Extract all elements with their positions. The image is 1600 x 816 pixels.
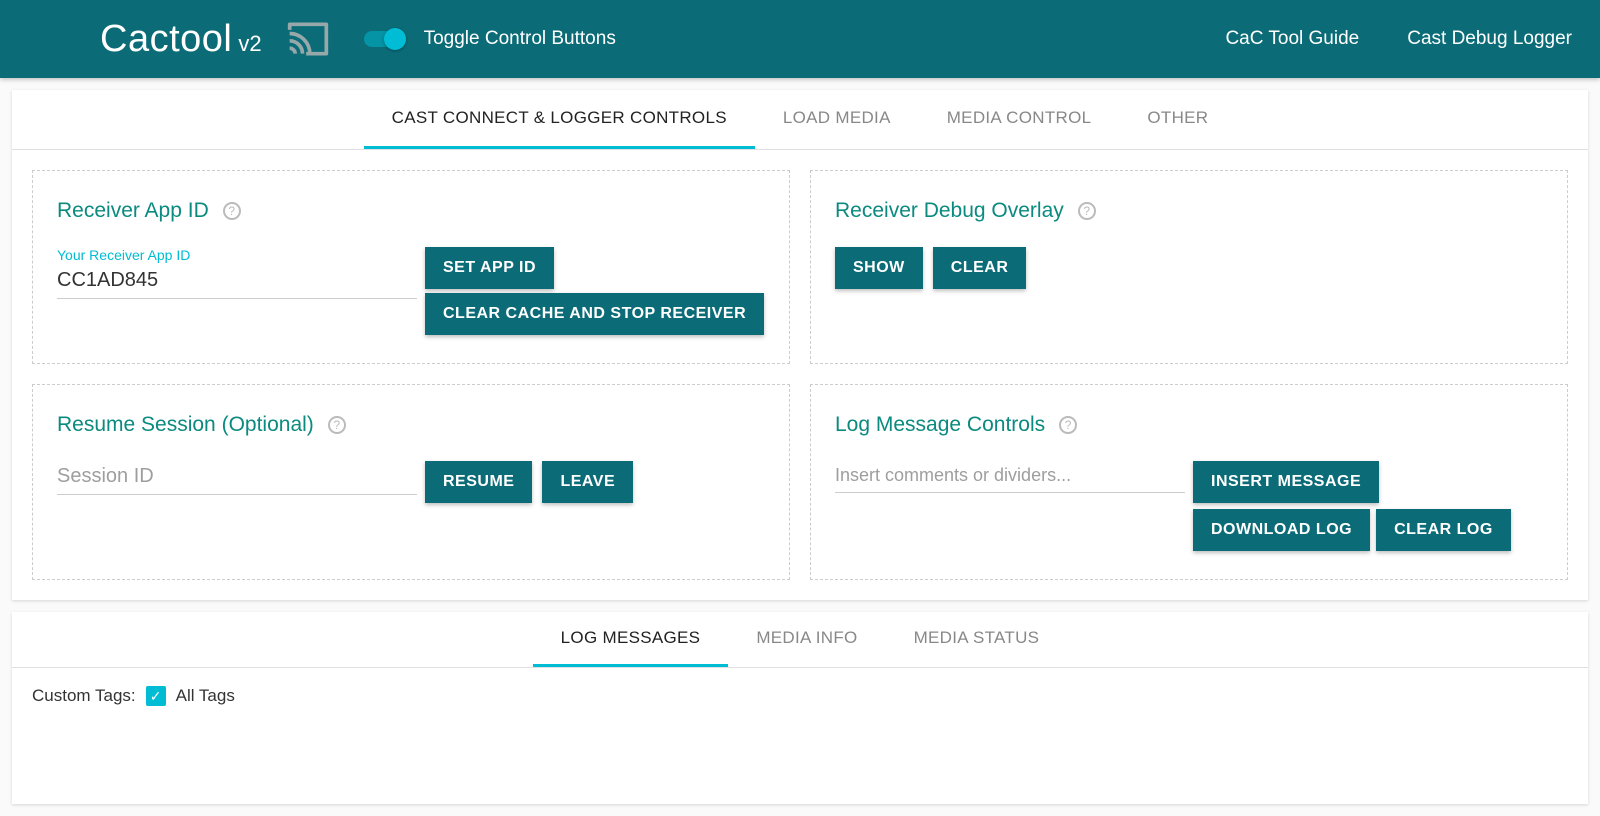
- logo-text-main: Cactool: [100, 18, 232, 61]
- tab-media-control[interactable]: MEDIA CONTROL: [919, 90, 1120, 149]
- session-id-input[interactable]: [57, 461, 417, 495]
- card-title-text: Resume Session (Optional): [57, 413, 314, 437]
- app-header: Cactool v2 Toggle Control Buttons CaC To…: [0, 0, 1600, 78]
- resume-button[interactable]: RESUME: [425, 461, 532, 503]
- toggle-label: Toggle Control Buttons: [424, 28, 616, 50]
- cards-grid: Receiver App ID ? Your Receiver App ID S…: [12, 150, 1588, 600]
- link-cast-debug-logger[interactable]: Cast Debug Logger: [1407, 28, 1572, 50]
- log-comment-input[interactable]: [835, 461, 1185, 493]
- clear-log-button[interactable]: CLEAR LOG: [1376, 509, 1511, 551]
- all-tags-checkbox[interactable]: ✓: [146, 686, 166, 706]
- card-title-text: Receiver App ID: [57, 199, 209, 223]
- link-cac-tool-guide[interactable]: CaC Tool Guide: [1225, 28, 1359, 50]
- tab-media-status[interactable]: MEDIA STATUS: [886, 612, 1068, 667]
- show-overlay-button[interactable]: SHOW: [835, 247, 923, 289]
- toggle-switch[interactable]: [364, 31, 404, 47]
- receiver-app-id-input[interactable]: [57, 265, 417, 299]
- tab-cast-connect[interactable]: CAST CONNECT & LOGGER CONTROLS: [364, 90, 755, 149]
- clear-overlay-button[interactable]: CLEAR: [933, 247, 1027, 289]
- tab-log-messages[interactable]: LOG MESSAGES: [533, 612, 729, 667]
- input-label-receiver-app-id: Your Receiver App ID: [57, 247, 417, 263]
- help-icon[interactable]: ?: [223, 202, 241, 220]
- app-logo: Cactool v2: [100, 18, 262, 61]
- toggle-control-buttons[interactable]: Toggle Control Buttons: [364, 28, 616, 50]
- clear-cache-stop-receiver-button[interactable]: CLEAR CACHE AND STOP RECEIVER: [425, 293, 764, 335]
- insert-message-button[interactable]: INSERT MESSAGE: [1193, 461, 1379, 503]
- cast-icon[interactable]: [280, 17, 336, 61]
- card-title-text: Log Message Controls: [835, 413, 1045, 437]
- help-icon[interactable]: ?: [328, 416, 346, 434]
- card-title: Log Message Controls ?: [835, 413, 1543, 437]
- tab-load-media[interactable]: LOAD MEDIA: [755, 90, 919, 149]
- help-icon[interactable]: ?: [1078, 202, 1096, 220]
- card-title: Receiver Debug Overlay ?: [835, 199, 1543, 223]
- main-tabs: CAST CONNECT & LOGGER CONTROLS LOAD MEDI…: [12, 90, 1588, 150]
- leave-button[interactable]: LEAVE: [542, 461, 633, 503]
- card-resume-session: Resume Session (Optional) ? RESUME LEAVE: [32, 384, 790, 580]
- log-panel: LOG MESSAGES MEDIA INFO MEDIA STATUS Cus…: [12, 612, 1588, 804]
- set-app-id-button[interactable]: SET APP ID: [425, 247, 554, 289]
- toggle-knob: [384, 28, 406, 50]
- logo-text-version: v2: [238, 31, 261, 57]
- help-icon[interactable]: ?: [1059, 416, 1077, 434]
- card-title: Receiver App ID ?: [57, 199, 765, 223]
- tab-other[interactable]: OTHER: [1119, 90, 1236, 149]
- card-receiver-app-id: Receiver App ID ? Your Receiver App ID S…: [32, 170, 790, 364]
- tab-media-info[interactable]: MEDIA INFO: [728, 612, 885, 667]
- card-log-message-controls: Log Message Controls ? INSERT MESSAGE DO…: [810, 384, 1568, 580]
- main-panel: CAST CONNECT & LOGGER CONTROLS LOAD MEDI…: [12, 90, 1588, 600]
- custom-tags-label: Custom Tags:: [32, 686, 136, 706]
- card-title: Resume Session (Optional) ?: [57, 413, 765, 437]
- custom-tags-row: Custom Tags: ✓ All Tags: [12, 668, 1588, 724]
- card-title-text: Receiver Debug Overlay: [835, 199, 1064, 223]
- all-tags-label: All Tags: [176, 686, 235, 706]
- log-tabs: LOG MESSAGES MEDIA INFO MEDIA STATUS: [12, 612, 1588, 668]
- download-log-button[interactable]: DOWNLOAD LOG: [1193, 509, 1370, 551]
- card-receiver-debug-overlay: Receiver Debug Overlay ? SHOW CLEAR: [810, 170, 1568, 364]
